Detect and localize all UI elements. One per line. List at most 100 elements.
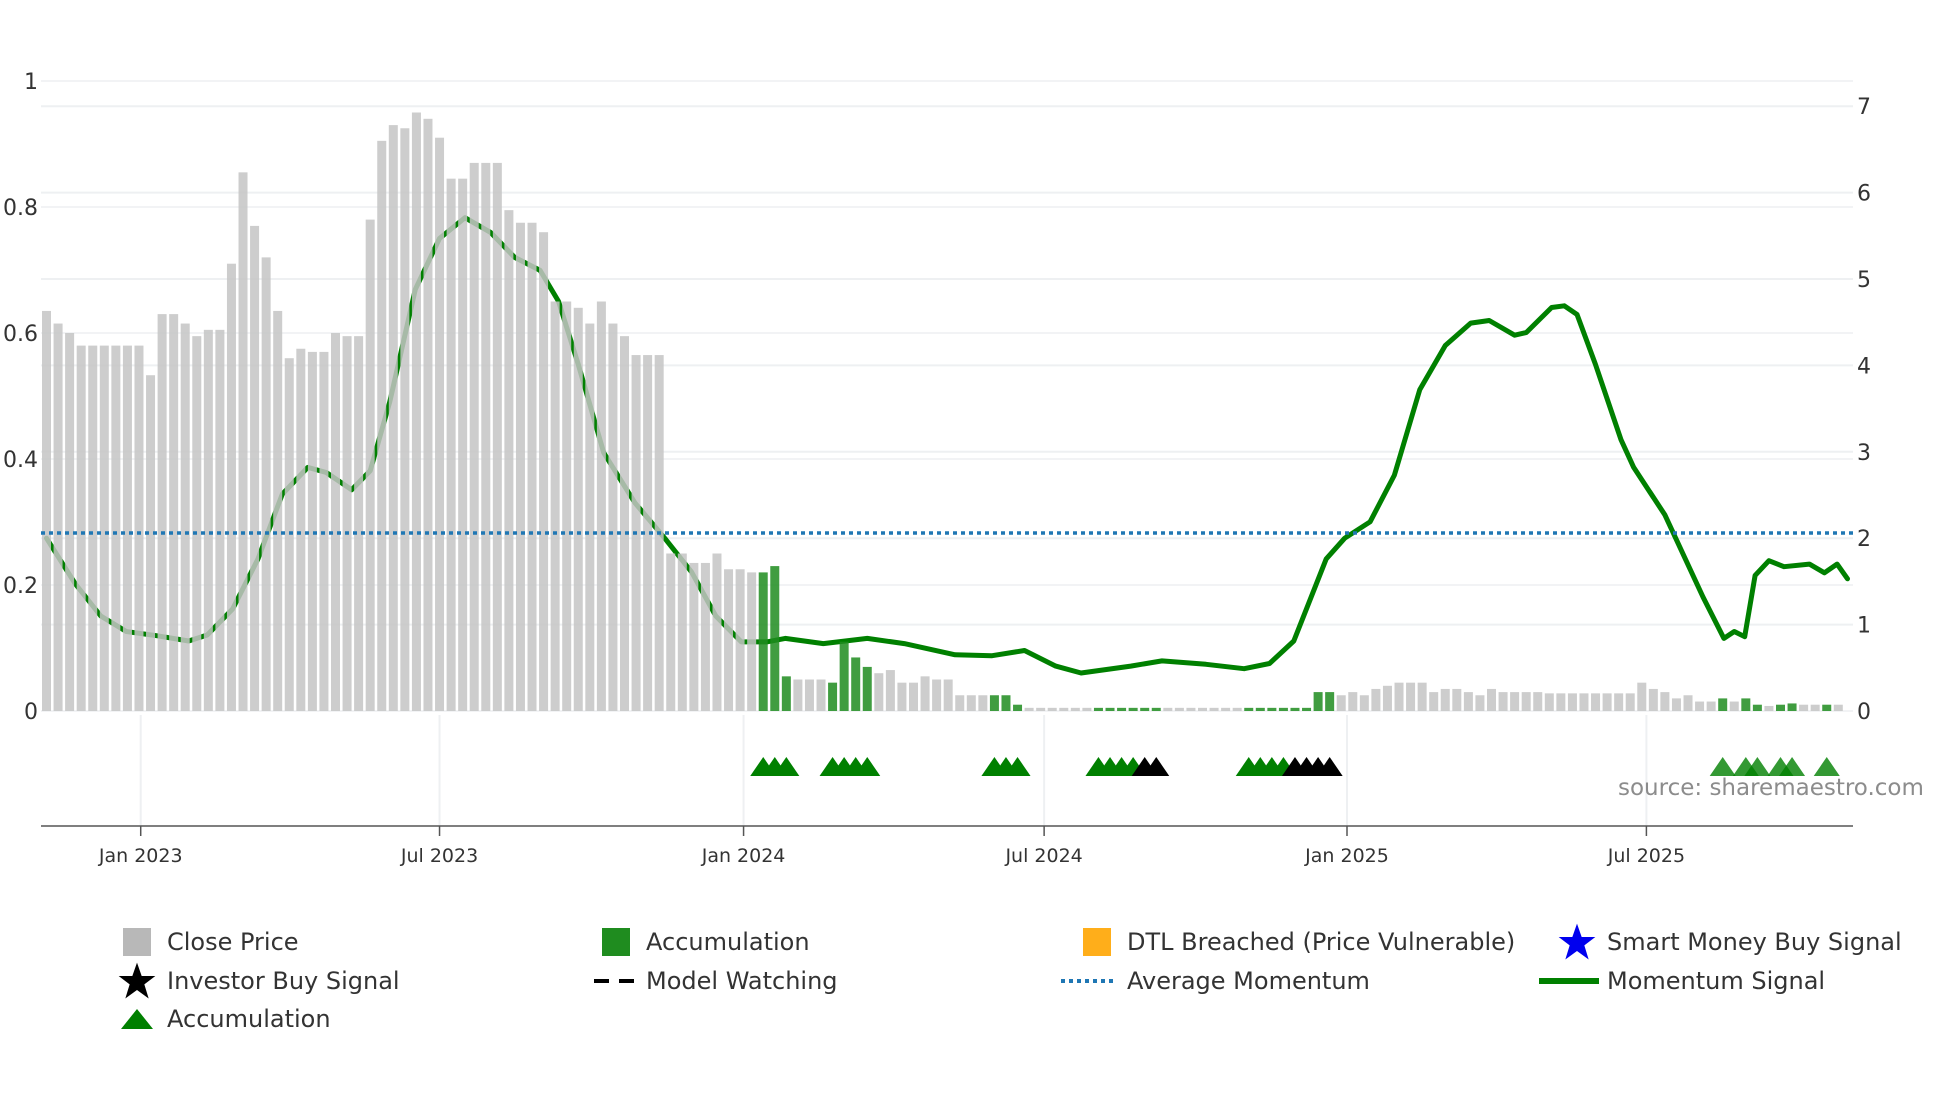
axes: 0 1 2 3 4 5 6 7 0 0.2 0.4 0.6 0.8 1 Jan 2023 Jul 2023 Ja… <box>3 70 1871 867</box>
close-price-bar <box>42 310 51 711</box>
left-tick-label: 1 <box>24 70 38 95</box>
right-tick-label: 6 <box>1857 182 1871 207</box>
signal-markers <box>750 757 1840 776</box>
close-price-bar <box>527 222 537 711</box>
x-tick-label: Jan 2025 <box>1304 845 1389 867</box>
close-price-bar <box>1671 698 1681 711</box>
close-price-bar <box>203 329 213 711</box>
accumulation-bar <box>770 566 780 711</box>
right-tick-label: 1 <box>1857 614 1871 639</box>
accumulation-bar <box>851 657 861 711</box>
close-price-bar <box>1047 707 1057 711</box>
close-price-bar <box>215 329 225 711</box>
close-price-bar <box>492 162 502 711</box>
close-price-bar <box>1406 682 1416 711</box>
close-price-bar <box>1487 688 1496 711</box>
legend-item: Momentum Signal <box>1539 966 1826 996</box>
close-price-bar <box>411 112 421 711</box>
close-price-bar <box>1764 705 1774 711</box>
accumulation-bar <box>781 676 791 711</box>
close-price-bar <box>735 569 745 711</box>
close-price-bar <box>585 323 595 711</box>
accumulation-triangle <box>1813 757 1840 776</box>
accumulation-bar <box>862 666 872 711</box>
close-price-bar <box>1082 707 1092 711</box>
close-price-bar <box>666 553 676 711</box>
close-price-bar <box>261 257 271 711</box>
close-price-bar <box>1036 707 1046 711</box>
accumulation-bar <box>1776 704 1785 711</box>
close-price-bar <box>1359 695 1369 711</box>
close-price-bar <box>1186 707 1196 711</box>
close-price-bar <box>1198 707 1207 711</box>
close-price-bar <box>1059 707 1069 711</box>
close-price-bar <box>331 333 340 711</box>
legend-label: Smart Money Buy Signal <box>1607 928 1902 956</box>
close-price-bar <box>238 172 248 712</box>
close-price-bar <box>1429 692 1439 711</box>
close-price-bar <box>909 682 918 711</box>
close-price-bar <box>539 232 549 711</box>
accumulation-bar <box>839 641 849 711</box>
accumulation-bar <box>1302 707 1312 711</box>
legend-star-icon <box>1555 923 1599 960</box>
close-price-bar <box>1336 695 1346 711</box>
left-tick-label: 0.4 <box>3 448 38 473</box>
accumulation-bar <box>1290 707 1300 711</box>
accumulation-bar <box>1278 707 1288 711</box>
close-price-bar <box>1706 701 1716 711</box>
close-price-bar <box>966 695 976 711</box>
close-price-bar <box>1452 688 1462 711</box>
close-price-bar <box>1163 707 1173 711</box>
close-price-bar <box>122 345 132 711</box>
close-price-bar <box>700 562 710 711</box>
close-price-bar <box>1695 701 1705 711</box>
close-price-bar <box>747 572 757 711</box>
accumulation-bar <box>1244 707 1254 711</box>
close-price-bar <box>596 301 606 711</box>
close-price-bar <box>1833 704 1843 711</box>
close-price-bar <box>1683 695 1693 711</box>
accumulation-bar <box>1752 704 1762 711</box>
close-price-bar <box>897 682 907 711</box>
close-price-bar <box>920 676 930 711</box>
accumulation-bar <box>1255 707 1265 711</box>
close-price-bar <box>885 670 895 711</box>
close-price-bar <box>1475 695 1485 711</box>
close-price-bar <box>469 162 479 711</box>
close-price-bar <box>1209 707 1219 711</box>
close-price-bar <box>111 345 121 711</box>
accumulation-bar <box>1117 707 1127 711</box>
accumulation-bar <box>1267 707 1277 711</box>
source-label: source: sharemaestro.com <box>1618 775 1924 801</box>
close-price-bar <box>1660 692 1670 711</box>
legend-label: Momentum Signal <box>1607 967 1826 995</box>
close-price-bar <box>1174 707 1184 711</box>
close-price-bar <box>423 118 433 712</box>
close-price-bar <box>1371 688 1381 711</box>
legend-triangle-icon <box>115 1004 159 1034</box>
close-price-bar <box>955 695 965 711</box>
legend-square-icon <box>1075 927 1119 957</box>
close-price-bar <box>273 310 283 711</box>
accumulation-bar <box>1822 704 1832 711</box>
close-price-bar <box>816 679 826 711</box>
right-tick-label: 5 <box>1857 268 1871 293</box>
close-price-bar <box>1810 704 1820 711</box>
legend-item: Accumulation <box>115 1004 331 1034</box>
close-price-bar <box>1417 682 1427 711</box>
accumulation-triangle <box>1709 757 1736 776</box>
accumulation-bar <box>1140 707 1150 711</box>
legend-label: Investor Buy Signal <box>167 967 400 995</box>
close-price-bar <box>724 569 734 711</box>
close-price-bar <box>1614 693 1624 711</box>
left-tick-label: 0 <box>24 700 38 725</box>
close-price-bar <box>1625 693 1635 711</box>
close-price-bar <box>608 323 618 711</box>
x-tick-label: Jul 2025 <box>1607 845 1685 867</box>
left-tick-label: 0.8 <box>3 196 38 221</box>
close-price-bar <box>435 137 445 711</box>
legend-item: Close Price <box>115 927 299 957</box>
close-price-bar <box>388 125 398 712</box>
close-price-bar <box>793 679 803 711</box>
